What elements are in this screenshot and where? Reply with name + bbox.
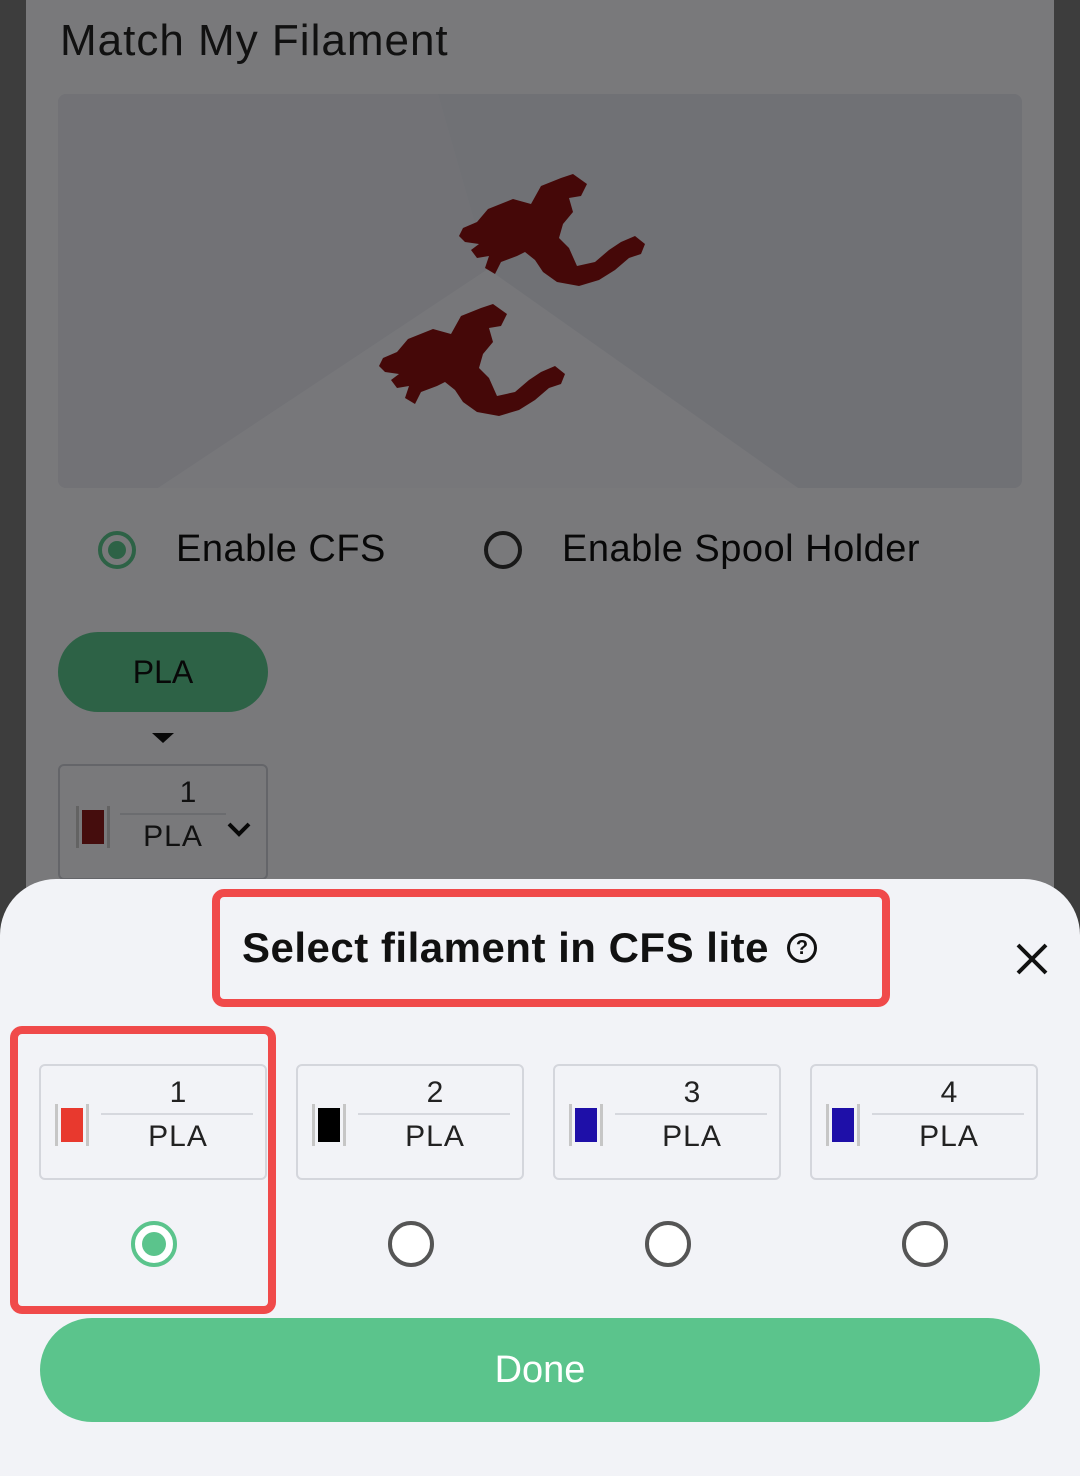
spool-color-swatch [575, 1108, 597, 1142]
slot-number: 1 [169, 1076, 187, 1109]
close-icon [1016, 943, 1048, 975]
filament-slot-2[interactable]: 2 PLA [296, 1064, 524, 1180]
divider [101, 1113, 253, 1115]
slot-material: PLA [919, 1120, 979, 1153]
spool-color-swatch [318, 1108, 340, 1142]
done-button[interactable]: Done [40, 1318, 1040, 1422]
filament-slot-1[interactable]: 1 PLA [39, 1064, 267, 1180]
spool-icon [826, 1104, 860, 1146]
spool-icon [569, 1104, 603, 1146]
sheet-title: Select filament in CFS lite [242, 924, 769, 971]
slot-3-radio[interactable] [645, 1221, 691, 1267]
divider [358, 1113, 510, 1115]
slot-number: 3 [683, 1076, 701, 1109]
filament-slot-3[interactable]: 3 PLA [553, 1064, 781, 1180]
spool-icon [55, 1104, 89, 1146]
slot-number: 4 [940, 1076, 958, 1109]
spool-color-swatch [61, 1108, 83, 1142]
slot-2-radio[interactable] [388, 1221, 434, 1267]
filament-select-sheet: Select filament in CFS lite ? 1 PLA 2 PL… [0, 879, 1080, 1476]
spool-icon [312, 1104, 346, 1146]
help-icon[interactable]: ? [786, 933, 817, 963]
slot-1-radio[interactable] [131, 1221, 177, 1267]
slot-4-radio[interactable] [902, 1221, 948, 1267]
divider [872, 1113, 1024, 1115]
slot-material: PLA [148, 1120, 208, 1153]
filament-slot-4[interactable]: 4 PLA [810, 1064, 1038, 1180]
slot-material: PLA [405, 1120, 465, 1153]
close-button[interactable] [1008, 935, 1056, 983]
slot-number: 2 [426, 1076, 444, 1109]
spool-color-swatch [832, 1108, 854, 1142]
slot-material: PLA [662, 1120, 722, 1153]
title-highlight: Select filament in CFS lite ? [212, 889, 890, 1007]
divider [615, 1113, 767, 1115]
